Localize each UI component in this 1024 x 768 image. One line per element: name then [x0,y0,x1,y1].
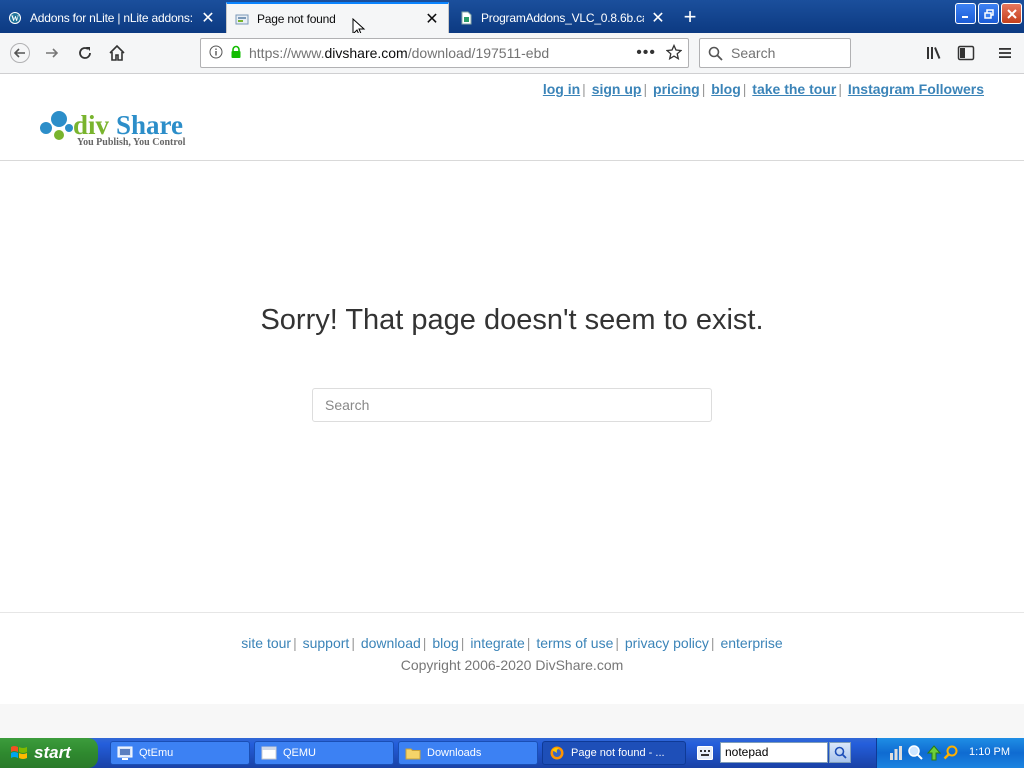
tab-title: Addons for nLite | nLite addons: cr [30,10,194,25]
close-tab-icon[interactable]: ✕ [650,10,666,27]
divshare-logo[interactable]: div Share You Publish, You Control [39,108,209,152]
restore-icon[interactable] [978,3,999,24]
back-arrow-icon [10,43,30,63]
footer-links: site tour | support | download | blog | inte… [241,635,783,651]
network-icon[interactable] [889,745,903,761]
close-tab-icon[interactable]: ✕ [200,10,216,27]
taskbar-search-input[interactable]: notepad [720,742,828,763]
keyboard-icon[interactable] [697,746,713,760]
header-divider [0,160,1024,161]
login-link[interactable]: log in [543,81,580,97]
page-bottom-band [0,704,1024,738]
start-label: start [34,743,71,762]
lock-icon[interactable] [229,45,243,62]
blog-link[interactable]: blog [711,81,741,97]
url-prefix: https://www. [249,45,325,61]
web-page: log in | sign up | pricing | blog | take the… [0,74,1024,738]
home-button[interactable] [103,39,131,67]
instagram-followers-link[interactable]: Instagram Followers [848,81,984,97]
search-icon [708,46,723,61]
copyright-text: Copyright 2006-2020 DivShare.com [400,657,624,673]
bookmark-star-icon[interactable] [665,43,683,63]
system-tray: 1:10 PM [876,738,1024,768]
tab-page-not-found[interactable]: Page not found ✕ [226,2,449,33]
task-page-not-found[interactable]: Page not found - ... [542,741,686,765]
windows-flag-icon [11,746,27,759]
info-icon[interactable] [209,45,223,62]
window-controls [955,3,1022,24]
footer-download-link[interactable]: download [361,635,421,651]
take-the-tour-link[interactable]: take the tour [752,81,836,97]
menu-button[interactable] [991,39,1019,67]
svg-text:div: div [73,110,110,140]
close-window-icon[interactable] [1001,3,1022,24]
qtemu-icon [117,746,133,760]
task-label: Page not found - ... [571,747,665,759]
tab-title: ProgramAddons_VLC_0.8.6b.cab [481,10,644,25]
minimize-icon[interactable] [955,3,976,24]
clock[interactable]: 1:10 PM [969,746,1010,758]
task-qtemu[interactable]: QtEmu [110,741,250,765]
forward-arrow-icon [46,48,59,58]
url-bar[interactable]: https://www.divshare.com/download/197511… [200,38,689,68]
footer-blog-link[interactable]: blog [432,635,458,651]
wordpress-icon: W [8,11,22,25]
reload-button[interactable] [71,39,99,67]
hamburger-menu-icon [999,48,1011,58]
page-icon [459,11,473,25]
top-links: log in | sign up | pricing | blog | take the… [542,81,984,97]
svg-text:Share: Share [116,110,183,140]
sidebar-icon [957,45,975,61]
task-qemu[interactable]: QEMU [254,741,394,765]
library-button[interactable] [920,39,948,67]
svg-text:W: W [11,14,19,23]
close-tab-icon[interactable]: ✕ [424,11,440,28]
footer-enterprise-link[interactable]: enterprise [720,635,782,651]
firefox-icon [550,746,564,760]
url-path: /download/197511-ebd [407,45,550,61]
footer-integrate-link[interactable]: integrate [470,635,524,651]
page-actions-icon[interactable]: ••• [636,44,656,62]
divshare-favicon [235,12,249,26]
update-tray-icon[interactable] [927,745,941,761]
library-icon [927,47,941,59]
footer-privacy-link[interactable]: privacy policy [625,635,709,651]
footer-support-link[interactable]: support [303,635,350,651]
pricing-link[interactable]: pricing [653,81,700,97]
page-search-input[interactable] [312,388,712,422]
search-icon [834,746,847,759]
task-label: QtEmu [139,747,174,759]
tab-strip: W Addons for nLite | nLite addons: cr ✕ … [0,0,1024,33]
footer: site tour | support | download | blog | inte… [0,612,1024,704]
search-placeholder: Search [731,45,776,61]
qemu-window-icon [261,746,277,760]
taskbar: start QtEmu QEMU Downloads Page not foun… [0,738,1024,768]
new-tab-icon[interactable]: + [676,2,704,31]
sidebar-button[interactable] [952,39,980,67]
task-downloads[interactable]: Downloads [398,741,538,765]
navigation-toolbar: https://www.divshare.com/download/197511… [0,33,1024,74]
tab-addons[interactable]: W Addons for nLite | nLite addons: cr ✕ [0,2,224,33]
task-label: Downloads [427,747,482,759]
magnifier-tray-icon[interactable] [907,744,923,760]
error-message: Sorry! That page doesn't seem to exist. [260,304,764,336]
url-host: divshare.com [324,45,408,61]
home-icon [109,44,125,61]
tab-program-addons[interactable]: ProgramAddons_VLC_0.8.6b.cab ✕ [451,2,674,33]
tab-title: Page not found [257,11,336,26]
reload-icon [79,47,91,59]
start-button[interactable]: start [0,738,98,768]
signup-link[interactable]: sign up [592,81,642,97]
taskbar-search-button[interactable] [829,742,851,763]
logo-tagline: You Publish, You Control [77,137,186,148]
browser-search-bar[interactable]: Search [699,38,851,68]
folder-icon [405,748,421,760]
back-button[interactable] [6,39,34,67]
url-text[interactable]: https://www.divshare.com/download/197511… [249,45,636,61]
search-tray-icon[interactable] [943,744,959,760]
footer-terms-link[interactable]: terms of use [536,635,613,651]
task-label: QEMU [283,747,316,759]
forward-button[interactable] [38,39,66,67]
footer-site-tour-link[interactable]: site tour [241,635,291,651]
